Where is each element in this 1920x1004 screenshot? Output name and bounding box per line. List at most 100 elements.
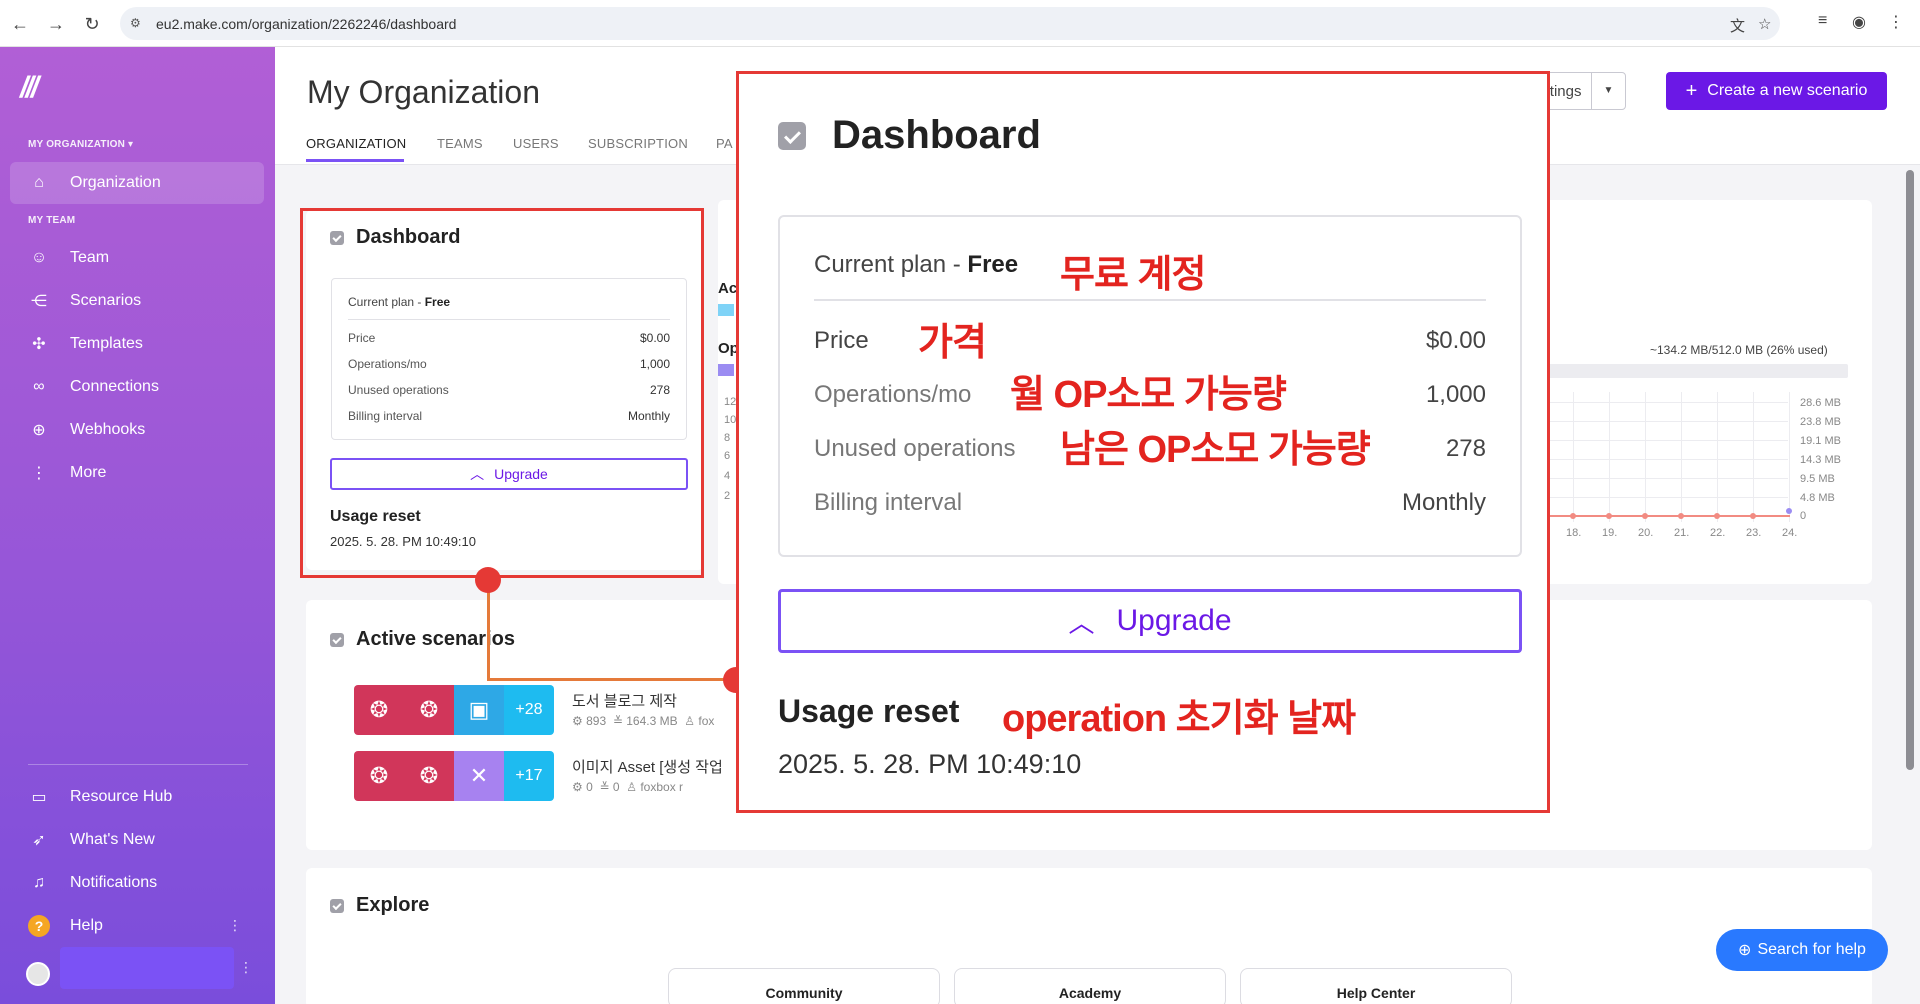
sidebar-divider [28, 764, 248, 765]
forward-icon[interactable]: → [44, 12, 68, 36]
profile-icon[interactable]: ◉ [1852, 12, 1866, 32]
annotation-connector [487, 580, 490, 680]
scenario-name[interactable]: 도서 블로그 제작 [572, 690, 677, 711]
grid-line [1645, 392, 1646, 522]
section-my-organization[interactable]: MY ORGANIZATION ▾ [28, 139, 133, 150]
x-tick: 22. [1710, 527, 1726, 539]
menu-kebab-icon[interactable]: ⋮ [1888, 12, 1904, 32]
user-name-redacted[interactable] [60, 947, 234, 989]
chart-point [1570, 513, 1576, 519]
sidebar-item-webhooks[interactable]: ⊕ Webhooks [10, 409, 264, 451]
sidebar-item-label: Notifications [70, 874, 158, 891]
plus-icon: + [1685, 79, 1698, 102]
sidebar-item-organization[interactable]: ⌂ Organization [10, 162, 264, 204]
legend-swatch-blue [718, 304, 734, 316]
globe-icon: ⊕ [32, 422, 46, 439]
sidebar-item-resource-hub[interactable]: ▭ Resource Hub [10, 776, 264, 818]
page-title: My Organization [307, 74, 540, 110]
explore-help-center[interactable]: Help Center [1240, 968, 1512, 1004]
user-more-icon[interactable]: ⋮ [239, 959, 253, 976]
book-icon: ▭ [31, 789, 47, 806]
grid-line [1717, 392, 1718, 522]
explore-academy[interactable]: Academy [954, 968, 1226, 1004]
back-icon[interactable]: ← [8, 12, 32, 36]
sidebar-item-connections[interactable]: ∞ Connections [10, 366, 264, 408]
sidebar-item-notifications[interactable]: ♫ Notifications [10, 862, 264, 904]
sidebar-item-templates[interactable]: ✣ Templates [10, 323, 264, 365]
annotation-box-zoomed [736, 71, 1550, 813]
scenario-ops: 0 [586, 780, 593, 794]
left-tick-10: 10 [724, 414, 737, 426]
sidebar-item-whats-new[interactable]: ➶ What's New [10, 819, 264, 861]
left-tick-2: 2 [724, 490, 731, 502]
scenario-meta: ⚙ 893 ≚ 164.3 MB ♙ fox [572, 714, 714, 728]
tab-subscription[interactable]: SUBSCRIPTION [588, 136, 688, 151]
collapse-checkbox-icon[interactable] [330, 898, 344, 913]
tab-organization[interactable]: ORGANIZATION [306, 136, 406, 151]
chart-point [1750, 513, 1756, 519]
rocket-icon: ➶ [32, 832, 46, 849]
help-more-icon[interactable]: ⋮ [228, 917, 242, 934]
section-my-team: MY TEAM [28, 215, 76, 226]
address-bar[interactable]: ⚙ eu2.make.com/organization/2262246/dash… [120, 7, 1780, 40]
webhook-icon: ❂ [354, 751, 404, 801]
scenario-owner: foxbox r [640, 780, 684, 794]
operations-icon: ⚙ [572, 780, 583, 794]
webhook-icon: ❂ [354, 685, 404, 735]
explore-title[interactable]: Explore [330, 894, 429, 917]
y-tick: 23.8 MB [1800, 416, 1841, 428]
sidebar: /// MY ORGANIZATION ▾ ⌂ Organization MY … [0, 47, 275, 1004]
user-icon: ♙ [626, 780, 637, 794]
x-tick: 20. [1638, 527, 1654, 539]
x-tick: 19. [1602, 527, 1618, 539]
grid-line [1789, 392, 1790, 522]
scrollbar[interactable] [1906, 170, 1914, 770]
sidebar-item-scenarios[interactable]: ⋲ Scenarios [10, 280, 264, 322]
sidebar-item-help[interactable]: ? Help ⋮ [10, 905, 264, 947]
media-icon[interactable]: ≡ [1818, 12, 1827, 30]
active-scenarios-title-text: Active scenarios [356, 628, 515, 650]
search-for-help-button[interactable]: ⊕ Search for help [1716, 929, 1888, 971]
grid-line [1753, 392, 1754, 522]
scenario-data: 0 [612, 780, 620, 794]
explore-community[interactable]: Community [668, 968, 940, 1004]
grid-line [1548, 440, 1788, 441]
translate-icon[interactable]: 文 [1730, 15, 1745, 36]
tab-payments[interactable]: PA [716, 136, 733, 151]
scenario-icons-row-1[interactable]: ❂ ❂ ▣ +28 [354, 685, 554, 735]
scenario-meta: ⚙ 0 ≚ 0 ♙ foxbox r [572, 780, 683, 794]
sidebar-item-label: Help [70, 917, 103, 934]
x-tick: 24. [1782, 527, 1798, 539]
chevron-down-icon[interactable]: ▼ [1591, 73, 1625, 109]
left-tick-8: 8 [724, 432, 731, 444]
grid-line [1609, 392, 1610, 522]
explore-title-text: Explore [356, 894, 430, 916]
chart-point [1714, 513, 1720, 519]
bookmark-star-icon[interactable]: ☆ [1758, 15, 1771, 33]
share-nodes-icon: ⋲ [31, 293, 47, 310]
site-settings-icon[interactable]: ⚙ [130, 15, 146, 31]
make-logo[interactable]: /// [20, 71, 39, 105]
sidebar-item-team[interactable]: ☺ Team [10, 237, 264, 279]
y-tick: 9.5 MB [1800, 473, 1835, 485]
annotation-connector [487, 678, 737, 681]
sidebar-item-label: What's New [70, 831, 155, 848]
sidebar-item-label: Templates [70, 335, 143, 352]
tab-teams[interactable]: TEAMS [437, 136, 483, 151]
scenario-owner: fox [698, 714, 715, 728]
y-tick: 19.1 MB [1800, 435, 1841, 447]
reload-icon[interactable]: ↻ [80, 12, 104, 36]
sidebar-item-more[interactable]: ⋮ More [10, 452, 264, 494]
more-modules-count: +28 [504, 685, 554, 735]
create-scenario-button[interactable]: + Create a new scenario [1666, 72, 1887, 110]
collapse-checkbox-icon[interactable] [330, 632, 344, 647]
tab-users[interactable]: USERS [513, 136, 559, 151]
grid-line [1548, 421, 1788, 422]
scenario-name[interactable]: 이미지 Asset [생성 작업 [572, 756, 723, 777]
avatar[interactable] [26, 962, 50, 986]
webhook-icon: ❂ [404, 685, 454, 735]
y-tick: 14.3 MB [1800, 454, 1841, 466]
help-icon: ? [28, 915, 50, 937]
data-transfer-icon: ≚ [599, 780, 610, 794]
scenario-icons-row-2[interactable]: ❂ ❂ ✕ +17 [354, 751, 554, 801]
